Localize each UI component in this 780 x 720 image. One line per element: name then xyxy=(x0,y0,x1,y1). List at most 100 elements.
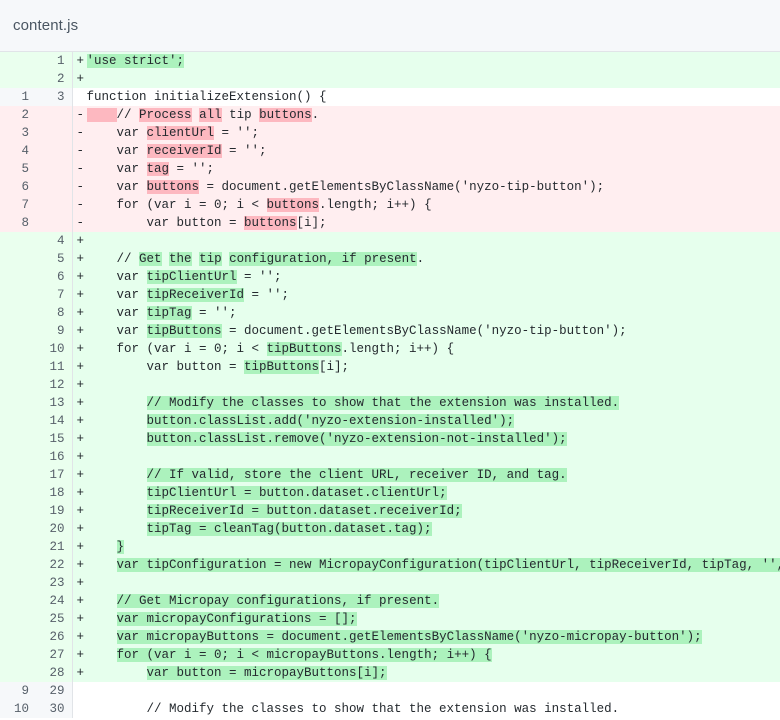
line-number-new[interactable]: 6 xyxy=(36,268,73,286)
diff-code-cell[interactable]: + var tipClientUrl = ''; xyxy=(72,268,780,286)
diff-code-cell[interactable]: - var receiverId = ''; xyxy=(72,142,780,160)
diff-row[interactable]: 1 +'use strict'; xyxy=(0,52,780,70)
diff-code-cell[interactable]: + xyxy=(72,376,780,394)
line-number-old[interactable]: 4 xyxy=(0,142,36,160)
line-number-new[interactable]: 16 xyxy=(36,448,73,466)
diff-code-cell[interactable]: + xyxy=(72,448,780,466)
diff-row[interactable]: 19 + tipReceiverId = button.dataset.recei… xyxy=(0,502,780,520)
diff-row[interactable]: 6 + var tipClientUrl = ''; xyxy=(0,268,780,286)
line-number-new[interactable] xyxy=(36,214,73,232)
line-number-new[interactable]: 7 xyxy=(36,286,73,304)
line-number-new[interactable]: 21 xyxy=(36,538,73,556)
line-number-old[interactable] xyxy=(0,466,36,484)
diff-row[interactable]: 2 + xyxy=(0,70,780,88)
diff-row[interactable]: 22 + var tipConfiguration = new MicropayC… xyxy=(0,556,780,574)
diff-code-cell[interactable]: + var tipButtons = document.getElementsB… xyxy=(72,322,780,340)
diff-code-cell[interactable]: +'use strict'; xyxy=(72,52,780,70)
line-number-old[interactable] xyxy=(0,268,36,286)
diff-code-cell[interactable]: + for (var i = 0; i < tipButtons.length;… xyxy=(72,340,780,358)
line-number-old[interactable] xyxy=(0,520,36,538)
diff-row[interactable]: 7 + var tipReceiverId = ''; xyxy=(0,286,780,304)
line-number-new[interactable] xyxy=(36,160,73,178)
line-number-new[interactable]: 28 xyxy=(36,664,73,682)
diff-code-cell[interactable]: + var micropayConfigurations = []; xyxy=(72,610,780,628)
diff-code-cell[interactable]: + } xyxy=(72,538,780,556)
diff-row[interactable]: 15 + button.classList.remove('nyzo-extens… xyxy=(0,430,780,448)
diff-row[interactable]: 5 - var tag = ''; xyxy=(0,160,780,178)
line-number-new[interactable] xyxy=(36,178,73,196)
line-number-new[interactable]: 17 xyxy=(36,466,73,484)
diff-row[interactable]: 14 + button.classList.add('nyzo-extension… xyxy=(0,412,780,430)
line-number-new[interactable]: 25 xyxy=(36,610,73,628)
diff-row[interactable]: 4 - var receiverId = ''; xyxy=(0,142,780,160)
line-number-old[interactable] xyxy=(0,412,36,430)
line-number-new[interactable]: 19 xyxy=(36,502,73,520)
line-number-old[interactable] xyxy=(0,646,36,664)
line-number-old[interactable] xyxy=(0,664,36,682)
line-number-old[interactable] xyxy=(0,358,36,376)
diff-row[interactable]: 28 + var button = micropayButtons[i]; xyxy=(0,664,780,682)
line-number-old[interactable]: 7 xyxy=(0,196,36,214)
diff-row[interactable]: 8 - var button = buttons[i]; xyxy=(0,214,780,232)
line-number-old[interactable] xyxy=(0,394,36,412)
line-number-old[interactable] xyxy=(0,430,36,448)
diff-code-cell[interactable]: + var micropayButtons = document.getElem… xyxy=(72,628,780,646)
line-number-new[interactable]: 5 xyxy=(36,250,73,268)
line-number-new[interactable] xyxy=(36,196,73,214)
line-number-new[interactable]: 10 xyxy=(36,340,73,358)
diff-row[interactable]: 26 + var micropayButtons = document.getEl… xyxy=(0,628,780,646)
line-number-old[interactable]: 5 xyxy=(0,160,36,178)
diff-code-cell[interactable]: + var button = micropayButtons[i]; xyxy=(72,664,780,682)
line-number-old[interactable] xyxy=(0,304,36,322)
diff-row[interactable]: 9 29 xyxy=(0,682,780,700)
diff-row[interactable]: 24 + // Get Micropay configurations, if p… xyxy=(0,592,780,610)
diff-code-cell[interactable]: + // Modify the classes to show that the… xyxy=(72,394,780,412)
line-number-old[interactable] xyxy=(0,70,36,88)
diff-code-cell[interactable] xyxy=(72,682,780,700)
line-number-new[interactable]: 13 xyxy=(36,394,73,412)
diff-row[interactable]: 7 - for (var i = 0; i < buttons.length; i… xyxy=(0,196,780,214)
line-number-old[interactable]: 3 xyxy=(0,124,36,142)
line-number-old[interactable]: 2 xyxy=(0,106,36,124)
line-number-old[interactable] xyxy=(0,484,36,502)
line-number-new[interactable] xyxy=(36,142,73,160)
diff-code-cell[interactable]: + tipClientUrl = button.dataset.clientUr… xyxy=(72,484,780,502)
diff-code-cell[interactable]: + button.classList.remove('nyzo-extensio… xyxy=(72,430,780,448)
diff-code-cell[interactable]: + var tipReceiverId = ''; xyxy=(72,286,780,304)
diff-body[interactable]: 1 +'use strict'; 2 +1 3 function initializeE… xyxy=(0,52,780,720)
diff-row[interactable]: 11 + var button = tipButtons[i]; xyxy=(0,358,780,376)
diff-row[interactable]: 3 - var clientUrl = ''; xyxy=(0,124,780,142)
diff-row[interactable]: 6 - var buttons = document.getElementsByC… xyxy=(0,178,780,196)
line-number-new[interactable]: 30 xyxy=(36,700,73,718)
diff-code-cell[interactable]: + // Get Micropay configurations, if pre… xyxy=(72,592,780,610)
diff-code-cell[interactable]: function initializeExtension() { xyxy=(72,88,780,106)
diff-row[interactable]: 10 + for (var i = 0; i < tipButtons.lengt… xyxy=(0,340,780,358)
line-number-new[interactable]: 2 xyxy=(36,70,73,88)
diff-row[interactable]: 25 + var micropayConfigurations = []; xyxy=(0,610,780,628)
line-number-old[interactable] xyxy=(0,232,36,250)
diff-row[interactable]: 18 + tipClientUrl = button.dataset.client… xyxy=(0,484,780,502)
line-number-new[interactable]: 12 xyxy=(36,376,73,394)
line-number-new[interactable]: 18 xyxy=(36,484,73,502)
diff-row[interactable]: 12 + xyxy=(0,376,780,394)
diff-code-cell[interactable]: + // Get the tip configuration, if prese… xyxy=(72,250,780,268)
diff-code-cell[interactable]: + for (var i = 0; i < micropayButtons.le… xyxy=(72,646,780,664)
diff-row[interactable]: 5 + // Get the tip configuration, if pres… xyxy=(0,250,780,268)
diff-row[interactable]: 27 + for (var i = 0; i < micropayButtons.… xyxy=(0,646,780,664)
line-number-new[interactable]: 29 xyxy=(36,682,73,700)
line-number-new[interactable]: 23 xyxy=(36,574,73,592)
line-number-new[interactable]: 8 xyxy=(36,304,73,322)
line-number-new[interactable] xyxy=(36,124,73,142)
diff-row[interactable]: 2 - // Process all tip buttons. xyxy=(0,106,780,124)
diff-code-cell[interactable]: - var tag = ''; xyxy=(72,160,780,178)
diff-code-cell[interactable]: - var buttons = document.getElementsByCl… xyxy=(72,178,780,196)
line-number-old[interactable] xyxy=(0,610,36,628)
diff-row[interactable]: 23 + xyxy=(0,574,780,592)
line-number-old[interactable] xyxy=(0,250,36,268)
line-number-new[interactable]: 24 xyxy=(36,592,73,610)
line-number-old[interactable] xyxy=(0,448,36,466)
diff-row[interactable]: 10 30 // Modify the classes to show that … xyxy=(0,700,780,718)
line-number-old[interactable] xyxy=(0,538,36,556)
line-number-old[interactable] xyxy=(0,286,36,304)
line-number-new[interactable]: 27 xyxy=(36,646,73,664)
